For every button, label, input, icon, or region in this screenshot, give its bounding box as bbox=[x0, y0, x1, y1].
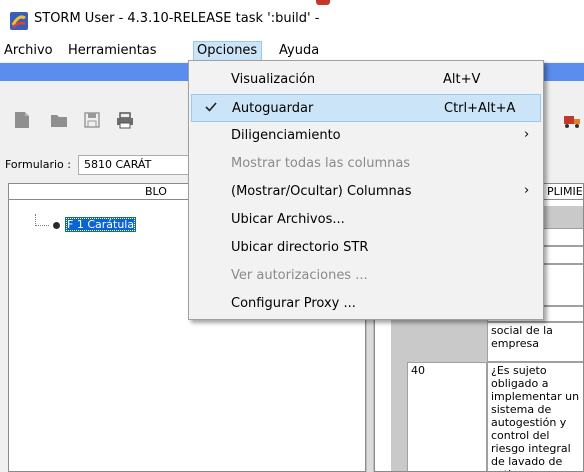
menu-archivo[interactable]: Archivo bbox=[4, 43, 53, 58]
window-title: STORM User - 4.3.10-RELEASE task ':build… bbox=[34, 11, 320, 26]
open-folder-icon[interactable] bbox=[50, 111, 68, 129]
truck-icon[interactable] bbox=[563, 111, 581, 129]
menu-item-ubicar-archivos[interactable]: Ubicar Archivos... bbox=[191, 206, 541, 234]
menu-opciones[interactable]: Opciones bbox=[193, 41, 263, 61]
menu-item-label: Diligenciamiento bbox=[231, 128, 341, 143]
opciones-dropdown-menu: Visualización Alt+V Autoguardar Ctrl+Alt… bbox=[188, 60, 544, 320]
new-file-icon[interactable] bbox=[14, 111, 30, 129]
menu-item-label: (Mostrar/Ocultar) Columnas bbox=[231, 184, 412, 199]
menu-item-shortcut: Ctrl+Alt+A bbox=[444, 101, 516, 116]
menu-item-diligenciamiento[interactable]: Diligenciamiento › bbox=[191, 122, 541, 150]
print-icon[interactable] bbox=[116, 111, 134, 129]
menu-item-ver-autorizaciones: Ver autorizaciones ... bbox=[191, 262, 541, 290]
grid-cell[interactable]: social de la empresa bbox=[487, 322, 583, 362]
chevron-right-icon: › bbox=[524, 183, 530, 198]
form-label: Formulario : bbox=[5, 158, 71, 171]
menu-item-label: Visualización bbox=[231, 72, 316, 87]
menu-item-configurar-proxy[interactable]: Configurar Proxy ... bbox=[191, 290, 541, 318]
red-decoration bbox=[316, 0, 330, 5]
menu-item-shortcut: Alt+V bbox=[443, 72, 481, 87]
check-icon bbox=[205, 102, 217, 112]
grid-cell-row-number[interactable]: 40 bbox=[407, 362, 487, 471]
tree-connector bbox=[35, 214, 49, 226]
tree-item-caratula[interactable]: F 1 Carátula bbox=[65, 217, 137, 232]
tree-node-bullet-icon bbox=[53, 222, 60, 229]
chevron-right-icon: › bbox=[524, 127, 530, 142]
grid-panel-title: PLIMIE bbox=[547, 185, 583, 198]
menu-ayuda[interactable]: Ayuda bbox=[279, 43, 319, 58]
title-bar: STORM User - 4.3.10-RELEASE task ':build… bbox=[0, 0, 584, 40]
menu-item-autoguardar[interactable]: Autoguardar Ctrl+Alt+A bbox=[191, 94, 541, 122]
tree-panel-title: BLO bbox=[145, 185, 167, 198]
menu-item-mostrar-ocultar-columnas[interactable]: (Mostrar/Ocultar) Columnas › bbox=[191, 178, 541, 206]
menu-herramientas[interactable]: Herramientas bbox=[68, 43, 157, 58]
menu-bar: Archivo Herramientas Opciones Ayuda bbox=[0, 40, 584, 62]
save-icon[interactable] bbox=[84, 111, 100, 129]
menu-item-label: Ver autorizaciones ... bbox=[231, 268, 368, 283]
menu-item-label: Configurar Proxy ... bbox=[231, 296, 356, 311]
menu-item-ubicar-directorio[interactable]: Ubicar directorio STR bbox=[191, 234, 541, 262]
storm-app-icon bbox=[10, 12, 28, 30]
menu-item-mostrar-todas-columnas: Mostrar todas las columnas bbox=[191, 150, 541, 178]
menu-item-label: Autoguardar bbox=[232, 101, 314, 116]
menu-item-label: Ubicar directorio STR bbox=[231, 240, 369, 255]
form-select[interactable]: 5810 CARÁT bbox=[78, 155, 198, 175]
menu-item-label: Ubicar Archivos... bbox=[231, 212, 345, 227]
app-window: STORM User - 4.3.10-RELEASE task ':build… bbox=[0, 0, 584, 472]
menu-item-visualizacion[interactable]: Visualización Alt+V bbox=[191, 66, 541, 94]
grid-cell-question[interactable]: ¿Es sujeto obligado a implementar un sis… bbox=[487, 362, 583, 471]
menu-item-label: Mostrar todas las columnas bbox=[231, 156, 411, 171]
